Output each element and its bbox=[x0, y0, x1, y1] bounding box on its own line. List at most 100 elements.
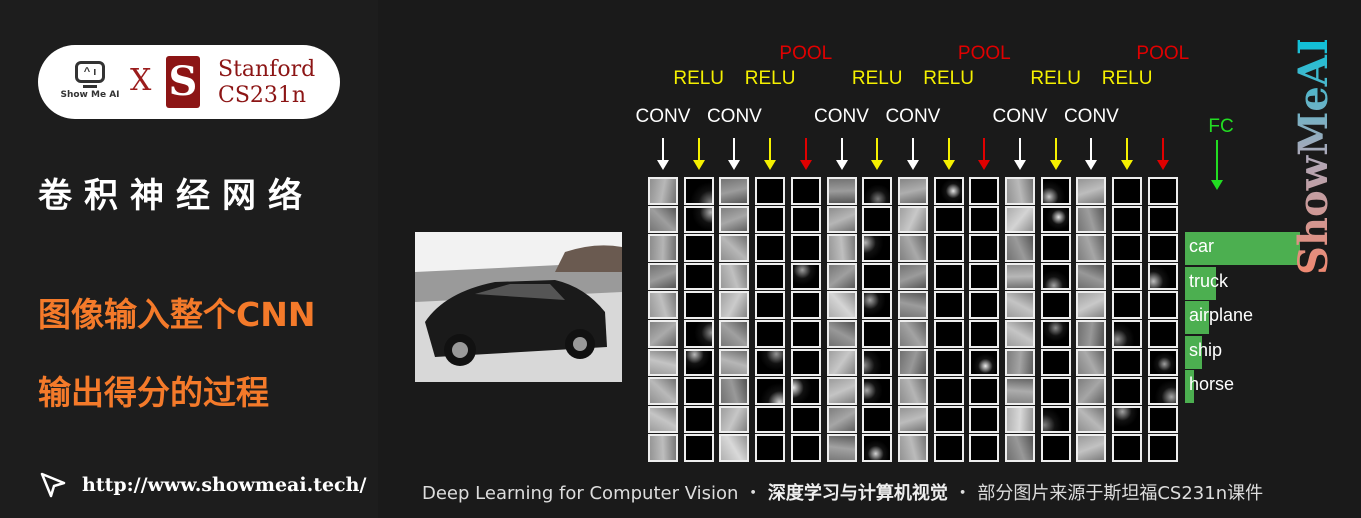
logo-banner: ^ ı Show Me AI X S Stanford CS231n bbox=[38, 45, 340, 119]
feature-map bbox=[790, 405, 821, 434]
feature-map bbox=[1147, 177, 1178, 205]
showmeai-watermark: ShowMeAI bbox=[1290, 36, 1337, 275]
feature-map-column bbox=[1112, 177, 1143, 462]
showmeai-logo: ^ ı Show Me AI bbox=[60, 61, 120, 100]
feature-map bbox=[719, 405, 750, 434]
feature-map bbox=[1005, 291, 1035, 319]
layer-label-relu: RELU bbox=[1101, 68, 1153, 89]
feature-map-column bbox=[862, 177, 893, 462]
feature-map bbox=[683, 291, 714, 319]
feature-map bbox=[826, 177, 857, 205]
feature-map bbox=[1005, 177, 1035, 205]
feature-map bbox=[1147, 234, 1178, 262]
down-arrow-icon bbox=[657, 138, 669, 170]
feature-map bbox=[1040, 291, 1071, 319]
feature-map bbox=[648, 405, 678, 434]
down-arrow-icon bbox=[1014, 138, 1026, 170]
layer-label-pool: POOL bbox=[1136, 43, 1190, 64]
feature-map bbox=[648, 177, 678, 205]
feature-map bbox=[683, 348, 714, 377]
feature-map bbox=[719, 177, 750, 205]
feature-map bbox=[969, 319, 1000, 348]
times-sign: X bbox=[130, 63, 152, 98]
feature-map bbox=[1040, 205, 1071, 234]
feature-map-column bbox=[1040, 177, 1071, 462]
url-text[interactable]: http://www.showmeai.tech/ bbox=[82, 474, 366, 496]
feature-map bbox=[1112, 262, 1143, 291]
feature-map bbox=[790, 205, 821, 234]
feature-map bbox=[969, 348, 1000, 377]
down-arrow-icon bbox=[799, 138, 812, 170]
feature-map bbox=[683, 377, 714, 405]
feature-map bbox=[826, 205, 857, 234]
feature-map-column bbox=[826, 177, 857, 462]
feature-map-column bbox=[719, 177, 750, 462]
feature-map bbox=[648, 234, 678, 262]
feature-map bbox=[1076, 205, 1107, 234]
feature-map-column bbox=[1005, 177, 1035, 462]
down-arrow-icon bbox=[871, 138, 884, 170]
feature-map bbox=[1147, 377, 1178, 405]
feature-map bbox=[1040, 348, 1071, 377]
feature-map bbox=[790, 234, 821, 262]
feature-map bbox=[1040, 319, 1071, 348]
feature-map bbox=[1005, 234, 1035, 262]
feature-map bbox=[1076, 291, 1107, 319]
feature-map bbox=[1147, 348, 1178, 377]
feature-map bbox=[969, 205, 1000, 234]
feature-map-column bbox=[790, 177, 821, 462]
website-link[interactable]: http://www.showmeai.tech/ bbox=[38, 470, 366, 500]
feature-map-column bbox=[755, 177, 786, 462]
feature-map bbox=[1076, 405, 1107, 434]
feature-map bbox=[933, 377, 964, 405]
feature-map bbox=[826, 434, 857, 462]
feature-map bbox=[969, 377, 1000, 405]
feature-map bbox=[719, 319, 750, 348]
layer-label-relu: RELU bbox=[673, 68, 725, 89]
down-arrow-icon bbox=[692, 138, 705, 170]
feature-map bbox=[969, 234, 1000, 262]
layer-label-relu: RELU bbox=[851, 68, 903, 89]
feature-map bbox=[933, 262, 964, 291]
feature-map bbox=[755, 348, 786, 377]
feature-map bbox=[790, 319, 821, 348]
feature-map bbox=[648, 319, 678, 348]
feature-map bbox=[790, 434, 821, 462]
cursor-icon bbox=[40, 472, 66, 498]
feature-map bbox=[897, 291, 928, 319]
feature-map bbox=[719, 205, 750, 234]
feature-map bbox=[826, 348, 857, 377]
showmeai-label: Show Me AI bbox=[60, 90, 120, 100]
feature-map bbox=[897, 177, 928, 205]
feature-map bbox=[719, 262, 750, 291]
feature-map bbox=[897, 205, 928, 234]
feature-map bbox=[897, 434, 928, 462]
feature-map bbox=[969, 262, 1000, 291]
feature-map bbox=[648, 348, 678, 377]
layer-label-conv: CONV bbox=[706, 106, 762, 127]
fc-arrow-icon bbox=[1211, 140, 1223, 190]
feature-map bbox=[1005, 348, 1035, 377]
feature-map bbox=[933, 234, 964, 262]
feature-map bbox=[1005, 262, 1035, 291]
down-arrow-icon bbox=[728, 138, 741, 170]
feature-map bbox=[1040, 405, 1071, 434]
feature-map-column bbox=[1076, 177, 1107, 462]
feature-map bbox=[719, 348, 750, 377]
feature-map bbox=[862, 319, 893, 348]
feature-map bbox=[648, 291, 678, 319]
course-label: CS231n bbox=[218, 83, 307, 108]
layer-label-relu: RELU bbox=[923, 68, 974, 89]
feature-map bbox=[790, 177, 821, 205]
feature-map bbox=[897, 377, 928, 405]
subtitle-line1: 图像输入整个CNN bbox=[38, 295, 316, 334]
feature-map bbox=[1076, 262, 1107, 291]
feature-map bbox=[719, 434, 750, 462]
feature-map bbox=[648, 205, 678, 234]
feature-map bbox=[897, 262, 928, 291]
feature-map bbox=[862, 234, 893, 262]
feature-map bbox=[1076, 234, 1107, 262]
feature-map bbox=[1112, 377, 1143, 405]
feature-map bbox=[790, 377, 821, 405]
feature-map bbox=[862, 348, 893, 377]
